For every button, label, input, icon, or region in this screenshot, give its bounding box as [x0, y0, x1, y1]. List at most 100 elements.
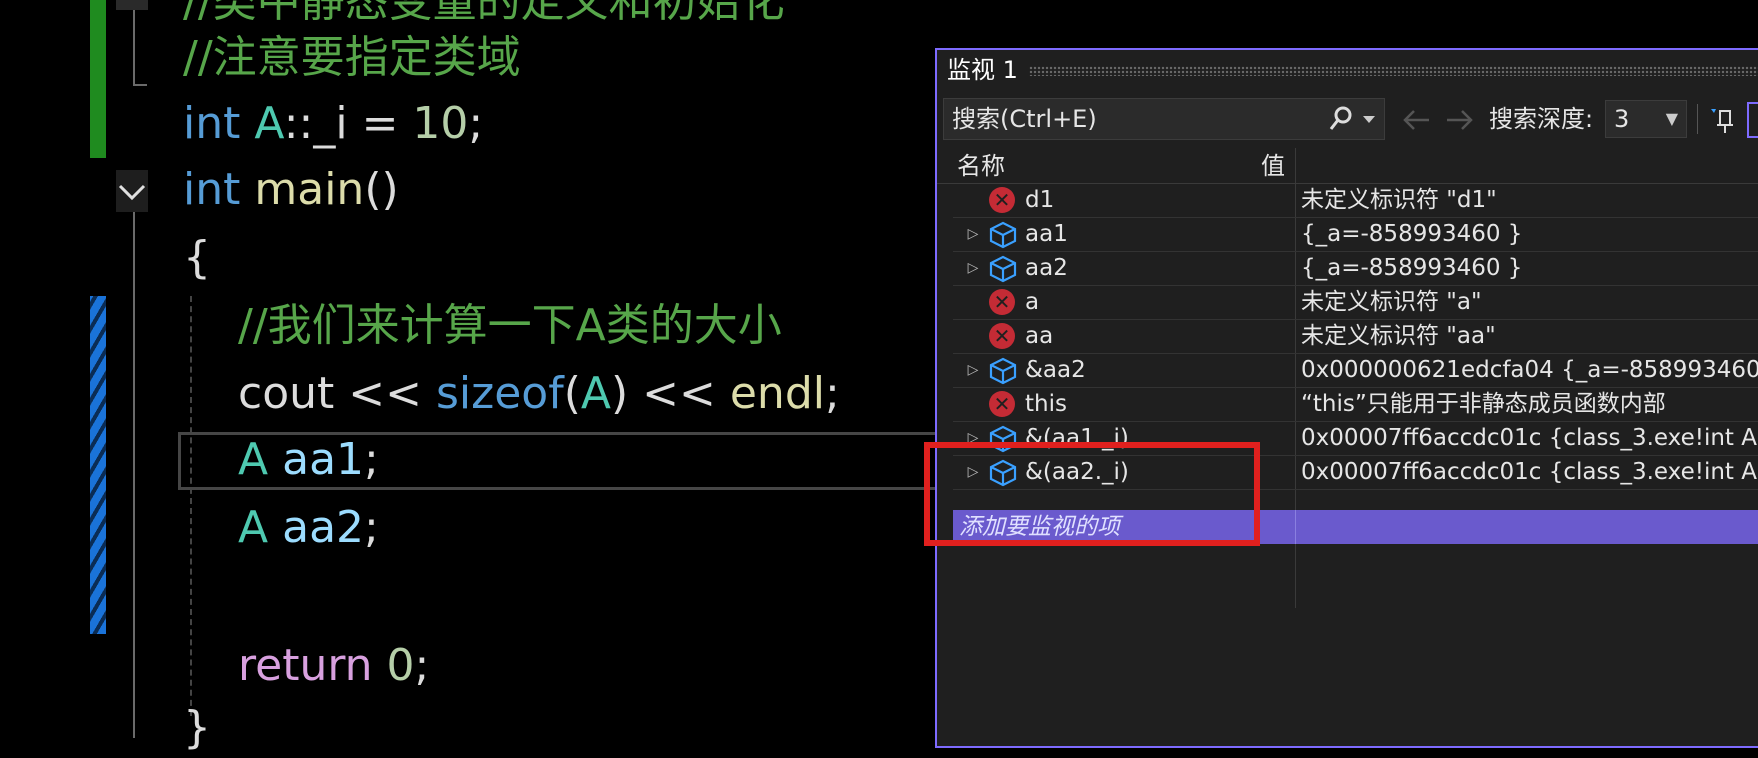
watch-item-value[interactable]: 0x00007ff6accdc01c {class_3.exe!int A::_…	[1301, 422, 1758, 455]
watch-item-value[interactable]: 未定义标识符 "d1"	[1301, 184, 1497, 217]
watch-item-value[interactable]: {_a=-858993460 }	[1301, 218, 1522, 251]
collapse-toggle[interactable]	[116, 170, 148, 212]
toolbar-separator	[1697, 104, 1698, 134]
code-line-12: }	[183, 698, 211, 758]
search-previous-button[interactable]	[1399, 100, 1435, 140]
code-function: endl	[729, 368, 825, 419]
toolbar-overflow-button[interactable]	[1747, 102, 1758, 138]
code-type: A	[238, 434, 269, 485]
search-icon[interactable]	[1326, 99, 1356, 151]
watch-row[interactable]: ▷ aa1 {_a=-858993460 }	[953, 218, 1758, 252]
watch-item-value[interactable]: 0x00007ff6accdc01c {class_3.exe!int A::_…	[1301, 456, 1758, 489]
code-line-3: int A::_i = 10;	[183, 94, 483, 154]
pin-icon	[1711, 109, 1733, 133]
code-keyword: return	[238, 640, 373, 691]
search-box[interactable]	[943, 98, 1385, 140]
chevron-down-icon	[118, 184, 146, 201]
code-keyword: sizeof	[435, 368, 564, 419]
code-variable: aa2	[282, 502, 365, 553]
code-keyword: int	[183, 98, 241, 149]
column-header-value[interactable]: 值	[1261, 148, 1285, 184]
code-text: ()	[364, 164, 399, 215]
code-line-8: A aa1;	[238, 430, 379, 490]
search-depth-label: 搜索深度:	[1489, 105, 1594, 133]
watch-item-name[interactable]: aa2	[1025, 252, 1068, 285]
expand-arrow-icon[interactable]: ▷	[965, 218, 981, 251]
code-text: ;	[364, 502, 379, 553]
error-icon: ✕	[989, 289, 1017, 317]
indent-guide	[190, 296, 192, 716]
watch-item-name[interactable]: aa1	[1025, 218, 1068, 251]
watch-item-value[interactable]: 未定义标识符 "aa"	[1301, 320, 1496, 353]
expand-arrow-icon[interactable]: ▷	[965, 354, 981, 387]
code-text: ;	[414, 640, 430, 691]
arrow-left-icon	[1403, 110, 1429, 130]
drag-grip[interactable]	[1029, 66, 1758, 76]
pin-button[interactable]	[1707, 100, 1741, 140]
code-line-11: return 0;	[238, 636, 429, 696]
watch-item-value[interactable]: 0x000000621edcfa04 {_a=-858993460 }	[1301, 354, 1758, 387]
chevron-down-icon: ▼	[1665, 109, 1678, 128]
watch-row[interactable]: ✕ d1 未定义标识符 "d1"	[953, 184, 1758, 218]
watch-row[interactable]: ✕ aa 未定义标识符 "aa"	[953, 320, 1758, 354]
code-type: A	[580, 368, 611, 419]
watch-item-name[interactable]: this	[1025, 388, 1067, 421]
outline-guide	[133, 212, 135, 738]
code-variable: aa1	[282, 434, 365, 485]
code-line-4: int main()	[183, 160, 399, 220]
code-editor[interactable]: //类中静态变量的定义和初始化 //注意要指定类域 int A::_i = 10…	[0, 0, 938, 753]
code-type: A	[254, 98, 284, 149]
watch-row[interactable]: ✕ this “this”只能用于非静态成员函数内部	[953, 388, 1758, 422]
code-text: (	[563, 368, 581, 419]
code-text: <<	[334, 368, 436, 419]
code-line-5: {	[183, 228, 211, 288]
watch-item-name[interactable]: d1	[1025, 184, 1054, 217]
expand-arrow-icon[interactable]: ▷	[965, 252, 981, 285]
code-comment: //注意要指定类域	[183, 32, 521, 83]
search-options-dropdown[interactable]	[1356, 99, 1382, 151]
code-type: A	[238, 502, 269, 553]
watch-item-value[interactable]: “this”只能用于非静态成员函数内部	[1301, 388, 1666, 421]
code-text: ::_i =	[283, 98, 413, 149]
watch-window[interactable]: 监视 1 搜索深度: 3 ▼ 名称 值 ✕ d1 未定义标识符 "d1" ▷	[935, 48, 1758, 748]
watch-row[interactable]: ✕ a 未定义标识符 "a"	[953, 286, 1758, 320]
watch-item-name[interactable]: a	[1025, 286, 1039, 319]
collapse-marker-top[interactable]	[116, 0, 148, 10]
watch-item-name[interactable]: &aa2	[1025, 354, 1086, 387]
code-comment: //我们来计算一下A类的大小	[238, 300, 782, 351]
highlight-annotation-box	[924, 442, 1260, 546]
column-divider	[1295, 510, 1296, 544]
watch-title-bar[interactable]: 监视 1	[937, 50, 1758, 90]
code-text: ;	[468, 98, 484, 149]
watch-item-value[interactable]: {_a=-858993460 }	[1301, 252, 1522, 285]
column-header-name[interactable]: 名称	[957, 148, 1005, 184]
error-icon: ✕	[989, 187, 1017, 215]
unsaved-change-bar	[90, 296, 106, 634]
watch-item-value[interactable]: 未定义标识符 "a"	[1301, 286, 1482, 319]
watch-row[interactable]: ▷ aa2 {_a=-858993460 }	[953, 252, 1758, 286]
watch-row[interactable]: ▷ &aa2 0x000000621edcfa04 {_a=-858993460…	[953, 354, 1758, 388]
code-text: cout	[238, 368, 335, 419]
outline-guide	[133, 0, 135, 86]
error-icon: ✕	[989, 323, 1017, 351]
outline-guide-end	[133, 84, 147, 86]
code-number: 0	[386, 640, 415, 691]
watch-item-name[interactable]: aa	[1025, 320, 1053, 353]
search-depth-value: 3	[1614, 105, 1630, 133]
code-brace: {	[183, 232, 211, 283]
code-line-7: cout << sizeof(A) << endl;	[238, 364, 840, 424]
code-number: 10	[412, 98, 469, 149]
saved-change-bar	[90, 0, 106, 158]
code-text: ) <<	[610, 368, 730, 419]
arrow-right-icon	[1447, 110, 1473, 130]
search-next-button[interactable]	[1441, 100, 1477, 140]
search-input[interactable]	[952, 99, 1312, 139]
code-comment: //类中静态变量的定义和初始化	[183, 0, 785, 27]
search-depth-select[interactable]: 3 ▼	[1605, 100, 1687, 138]
object-icon	[989, 221, 1017, 249]
object-icon	[989, 255, 1017, 283]
code-keyword: int	[183, 164, 241, 215]
code-text: ;	[824, 368, 840, 419]
object-icon	[989, 357, 1017, 385]
watch-title: 监视 1	[947, 56, 1018, 84]
